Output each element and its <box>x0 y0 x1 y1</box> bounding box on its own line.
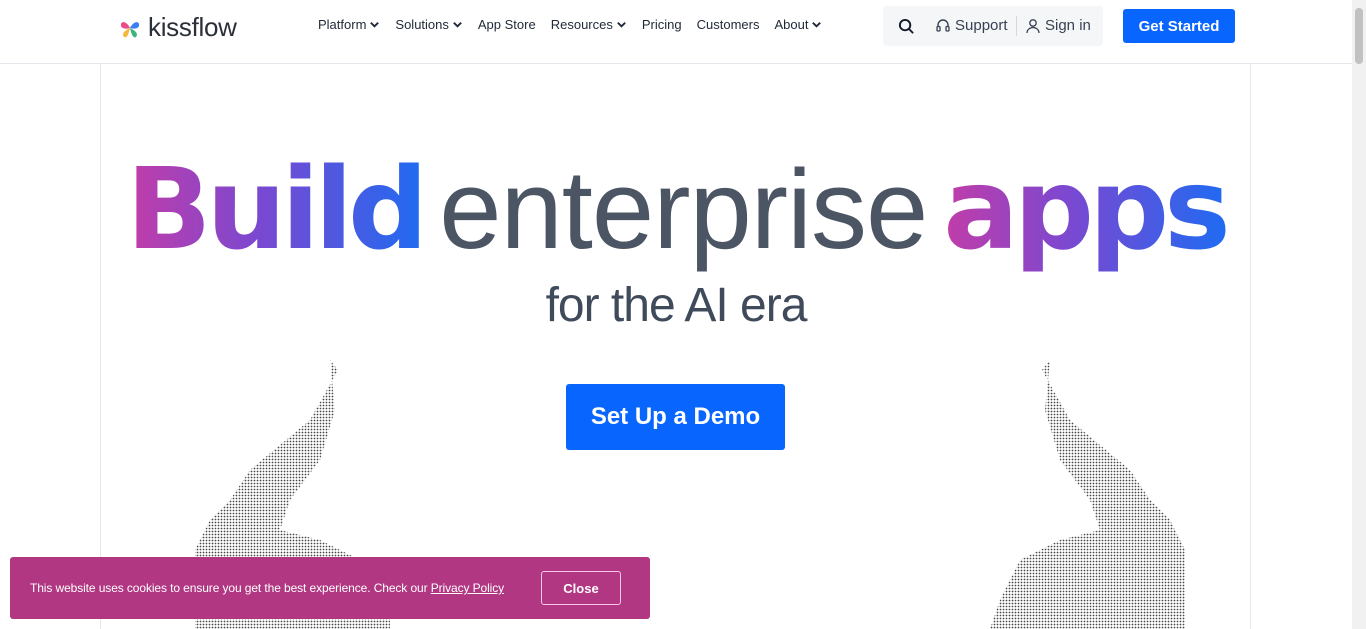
chevron-down-icon <box>617 22 626 28</box>
logo-text: kissflow <box>148 12 237 42</box>
site-header: kissflow Platform Solutions App Store Re… <box>0 0 1352 64</box>
nav-label: About <box>774 17 809 32</box>
chevron-down-icon <box>453 22 462 28</box>
nav-item-app-store[interactable]: App Store <box>478 17 536 32</box>
nav-label: Resources <box>550 17 613 32</box>
scrollbar-thumb[interactable] <box>1355 8 1363 64</box>
chevron-down-icon <box>812 22 822 28</box>
support-label: Support <box>955 17 1008 34</box>
chevron-down-icon <box>370 22 380 28</box>
signin-link[interactable]: Sign in <box>1025 17 1091 34</box>
pointing-hand-illustration <box>990 360 1185 629</box>
nav-item-pricing[interactable]: Pricing <box>642 17 682 32</box>
headset-icon <box>936 18 950 32</box>
nav-item-about[interactable]: About <box>774 17 822 32</box>
nav-label: App Store <box>477 17 536 32</box>
nav-item-platform[interactable]: Platform <box>318 17 380 32</box>
nav-item-resources[interactable]: Resources <box>551 17 627 32</box>
support-link[interactable]: Support <box>935 17 1008 34</box>
hero-title-word-enterprise: enterprise <box>439 147 928 272</box>
nav-item-solutions[interactable]: Solutions <box>395 17 462 32</box>
kissflow-logo[interactable]: kissflow <box>118 12 237 43</box>
utility-bar: Support Sign in <box>883 6 1103 46</box>
signin-label: Sign in <box>1045 17 1091 34</box>
hero-title: Build enterprise apps <box>0 147 1352 272</box>
scrollbar[interactable] <box>1352 0 1366 629</box>
main-nav: Platform Solutions App Store Resources P… <box>318 17 837 32</box>
hero-title-word-apps: apps <box>943 145 1231 275</box>
cookie-message: This website uses cookies to ensure you … <box>30 581 504 595</box>
nav-label: Platform <box>318 17 367 32</box>
search-icon[interactable] <box>898 18 915 35</box>
set-up-demo-button[interactable]: Set Up a Demo <box>566 384 785 450</box>
cookie-text: This website uses cookies to ensure you … <box>30 581 428 595</box>
nav-label: Customers <box>696 17 760 32</box>
hero-subtitle: for the AI era <box>545 279 808 332</box>
user-icon <box>1026 18 1040 33</box>
cookie-banner: This website uses cookies to ensure you … <box>10 557 650 619</box>
get-started-button[interactable]: Get Started <box>1123 9 1235 43</box>
nav-label: Pricing <box>641 17 682 32</box>
divider <box>1016 16 1017 36</box>
privacy-policy-link[interactable]: Privacy Policy <box>431 581 504 595</box>
nav-item-customers[interactable]: Customers <box>697 17 760 32</box>
cookie-close-button[interactable]: Close <box>541 571 621 605</box>
kissflow-logo-icon <box>120 21 140 37</box>
hero-title-word-build: Build <box>126 145 428 275</box>
nav-label: Solutions <box>395 17 449 32</box>
